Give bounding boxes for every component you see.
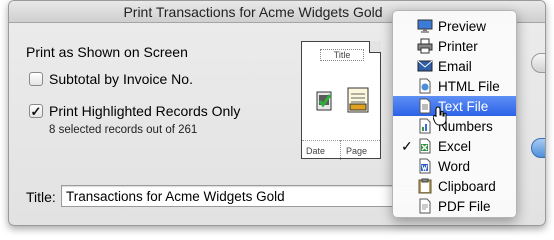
menu-item-printer[interactable]: Printer [393,36,516,56]
highlighted-checkbox[interactable]: ✓ [29,104,43,118]
menu-item-label: Word [438,158,471,174]
menu-item-label: Excel [438,138,472,154]
menu-item-label: PDF File [438,198,491,214]
selection-count-note: 8 selected records out of 261 [49,124,198,136]
menu-item-pdf-file[interactable]: PDF File [393,196,516,216]
window-title: Print Transactions for Acme Widgets Gold [123,4,383,20]
print-as-shown-heading: Print as Shown on Screen [26,44,188,60]
excel-file-icon [417,138,433,154]
menu-item-text-file[interactable]: Text File [393,96,516,116]
html-file-icon [417,78,433,94]
menu-item-preview[interactable]: Preview [393,16,516,36]
numbers-file-icon [417,118,433,134]
menu-item-label: Email [438,58,472,74]
word-file-icon [417,158,433,174]
output-destination-menu: Preview Printer Email HTML File Text Fil… [392,10,517,218]
menu-item-label: HTML File [438,78,500,94]
preview-title-placeholder: Title [320,49,364,61]
pdf-file-icon [417,198,433,214]
text-file-icon [417,98,433,114]
envelope-icon [417,58,433,74]
page-layout-preview: Title Date Page [301,41,381,160]
mouse-pointer-icon [432,106,447,129]
ledger-icon [346,86,370,117]
preview-footer-separator [340,140,341,160]
highlighted-checkbox-row[interactable]: ✓ Print Highlighted Records Only [29,103,240,119]
menu-item-label: Printer [438,38,478,54]
page-fold-corner [369,41,381,53]
printer-icon [417,38,433,54]
menu-item-excel[interactable]: ✓ Excel [393,136,516,156]
title-label: Title: [26,189,56,205]
print-button[interactable] [531,138,545,158]
checkmark-icon: ✓ [401,138,413,154]
menu-item-label: Preview [438,18,487,34]
subtotal-label: Subtotal by Invoice No. [49,71,193,87]
preview-date-placeholder: Date [306,146,326,156]
subtotal-checkbox[interactable] [29,72,43,86]
options-stepper-button[interactable] [531,53,545,73]
menu-item-html-file[interactable]: HTML File [393,76,516,96]
preview-page-placeholder: Page [346,146,368,156]
menu-item-email[interactable]: Email [393,56,516,76]
preview-footer-divider [302,140,380,141]
menu-item-label: Clipboard [438,178,496,194]
subtotal-checkbox-row[interactable]: Subtotal by Invoice No. [29,71,193,87]
clipboard-icon [417,178,433,194]
monitor-icon [417,18,433,34]
document-check-icon [314,90,336,115]
menu-item-word[interactable]: Word [393,156,516,176]
highlighted-label: Print Highlighted Records Only [49,103,241,119]
menu-item-clipboard[interactable]: Clipboard [393,176,516,196]
menu-item-numbers[interactable]: Numbers [393,116,516,136]
